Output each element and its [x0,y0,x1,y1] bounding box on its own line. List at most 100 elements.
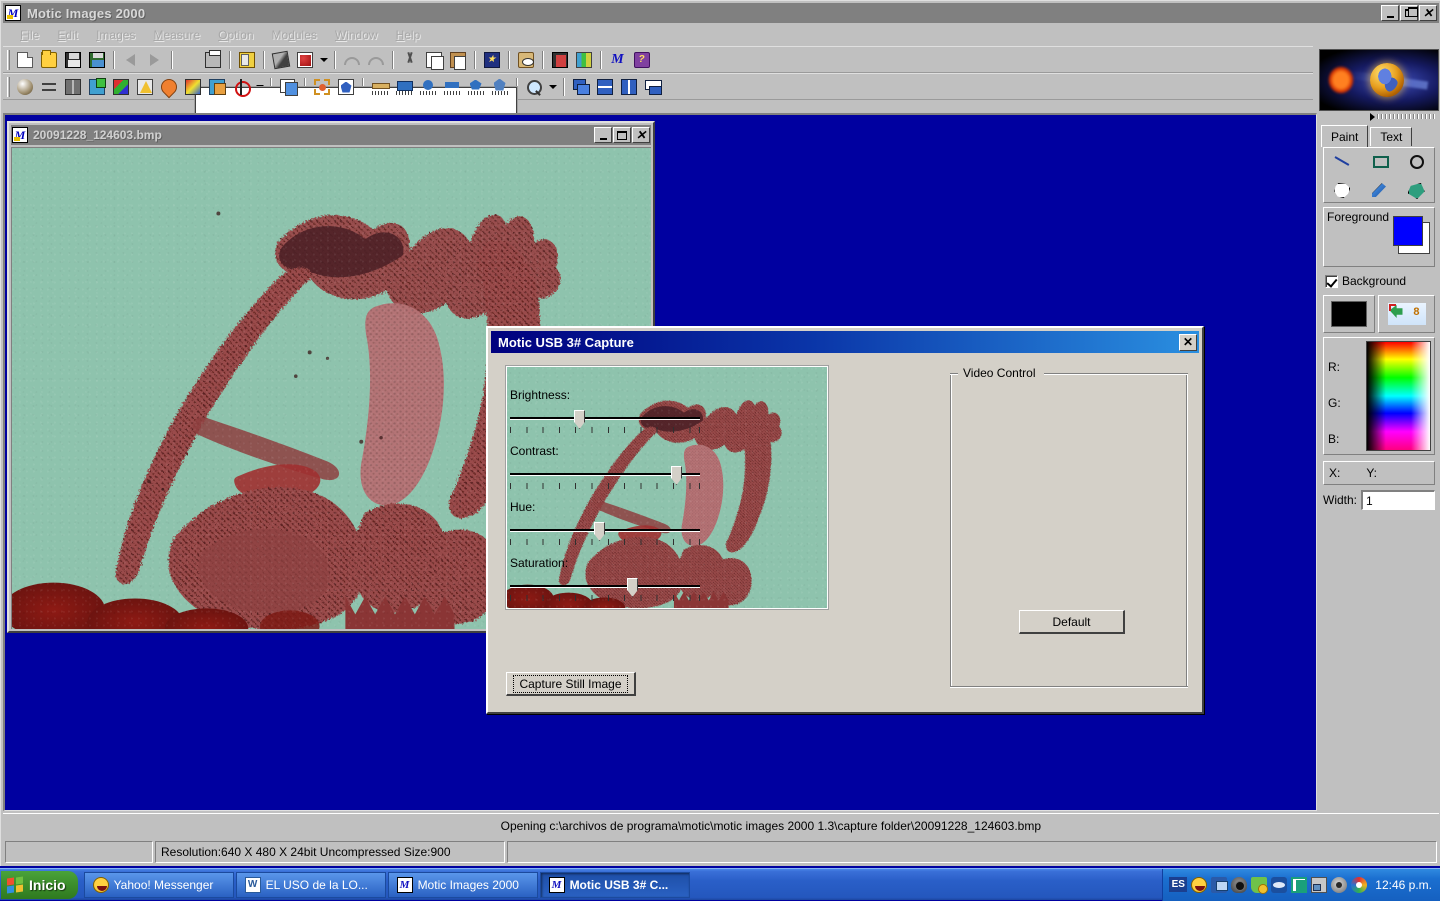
effects-dropdown-arrow[interactable] [317,49,330,71]
magnify-dropdown-arrow[interactable] [546,76,559,98]
menu-window[interactable]: Window [326,26,387,44]
toolbar-grip[interactable] [7,50,10,70]
foreground-color-swatch[interactable] [1393,216,1423,246]
measure-arrow-icon[interactable] [440,76,463,98]
help-book-icon[interactable] [630,49,653,71]
dock-resize-grip[interactable] [1319,112,1439,121]
histogram-icon[interactable] [133,76,156,98]
magnify-icon[interactable] [522,76,545,98]
tile-vertical-icon[interactable] [617,76,640,98]
menu-images[interactable]: Images [87,26,144,44]
webcam-tray-icon[interactable] [1231,877,1247,893]
disc-tray-icon[interactable] [1331,877,1347,893]
task-yahoo-messenger[interactable]: Yahoo! Messenger [84,872,234,898]
task-motic-images[interactable]: Motic Images 2000 [388,872,538,898]
background-checkbox[interactable] [1325,275,1338,288]
line-tool-icon[interactable] [1334,154,1352,170]
arrange-icons-icon[interactable] [641,76,664,98]
drop-icon[interactable] [157,76,180,98]
measure-length-icon[interactable] [368,76,391,98]
new-icon[interactable] [13,49,36,71]
swap-colors-button[interactable] [1378,295,1435,333]
preview-eye-icon[interactable] [514,49,537,71]
saturation-slider[interactable] [510,577,700,607]
rotate-icon[interactable] [85,76,108,98]
print-preview-icon[interactable] [177,49,200,71]
undo-icon[interactable] [340,49,363,71]
film-icon[interactable] [548,49,571,71]
measure-poly-icon[interactable] [464,76,487,98]
menu-file[interactable]: File [11,26,48,44]
gradient-icon[interactable] [181,76,204,98]
dialog-close-button[interactable]: ✕ [1179,334,1197,351]
restore-button[interactable] [1400,5,1418,21]
save-all-icon[interactable] [85,49,108,71]
image-maximize-button[interactable] [613,127,631,143]
menu-measure[interactable]: Measure [144,26,209,44]
hue-slider[interactable] [510,521,700,551]
layers-icon[interactable] [276,76,299,98]
contrast-slider[interactable] [510,465,700,495]
cascade-icon[interactable] [569,76,592,98]
image-export-icon[interactable] [205,76,228,98]
minimize-button[interactable] [1381,5,1399,21]
mirror-icon[interactable] [61,76,84,98]
rectangle-tool-icon[interactable] [1373,156,1389,168]
color-picker-gradient[interactable] [1366,341,1431,451]
tab-paint[interactable]: Paint [1321,125,1368,147]
effects-icon[interactable] [293,49,316,71]
start-button[interactable]: Inicio [1,871,78,899]
pencil-icon[interactable] [269,49,292,71]
eyedropper-tool-icon[interactable] [1370,182,1388,198]
task-word-document[interactable]: EL USO de la LO... [236,872,386,898]
ellipse-tool-icon[interactable] [1410,155,1424,169]
save-icon[interactable] [61,49,84,71]
freehand-tool-icon[interactable] [1333,182,1351,198]
width-input[interactable]: 1 [1361,490,1435,510]
swirl-tray-icon[interactable] [1351,877,1367,893]
enhance-icon[interactable] [480,49,503,71]
capture-still-image-button[interactable]: Capture Still Image [506,672,636,696]
mosaic-icon[interactable] [572,49,595,71]
cut-icon[interactable] [398,49,421,71]
tile-horizontal-icon[interactable] [593,76,616,98]
tab-text[interactable]: Text [1370,127,1412,146]
measure-line-icon[interactable] [392,76,415,98]
task-motic-usb-capture[interactable]: Motic USB 3# C... [540,872,690,898]
properties-icon[interactable] [235,49,258,71]
close-button[interactable]: ✕ [1419,5,1437,21]
default-button[interactable]: Default [1019,610,1125,634]
paste-icon[interactable] [446,49,469,71]
copy-icon[interactable] [422,49,445,71]
back-arrow-icon[interactable] [119,49,142,71]
magic-wand-icon[interactable] [334,76,357,98]
menu-help[interactable]: Help [387,26,430,44]
messenger-tray-icon[interactable] [1211,877,1227,893]
image-minimize-button[interactable] [594,127,612,143]
yahoo-messenger-tray-icon[interactable] [1191,877,1207,893]
measure-circle-icon[interactable] [416,76,439,98]
forward-arrow-icon[interactable] [143,49,166,71]
rgb-split-icon[interactable] [109,76,132,98]
redo-icon[interactable] [364,49,387,71]
security-shield-tray-icon[interactable] [1251,877,1267,893]
camera-view-tray-icon[interactable] [1271,877,1287,893]
network-tray-icon[interactable] [1311,877,1327,893]
open-icon[interactable] [37,49,60,71]
crop-icon[interactable] [310,76,333,98]
language-indicator[interactable]: ES [1169,877,1187,892]
menu-option[interactable]: Option [209,26,262,44]
image-close-button[interactable]: ✕ [632,127,650,143]
print-icon[interactable] [201,49,224,71]
motic-logo-icon[interactable]: M [606,49,629,71]
taskbar-clock[interactable]: 12:46 p.m. [1375,878,1432,892]
secondary-color-swatch[interactable] [1323,295,1375,333]
sphere-icon[interactable] [13,76,36,98]
fill-tool-icon[interactable] [1407,182,1425,198]
toolbar-grip[interactable] [7,77,10,97]
brightness-slider[interactable] [510,409,700,439]
menu-edit[interactable]: Edit [48,26,87,44]
cd-burner-tray-icon[interactable] [1291,877,1307,893]
levels-icon[interactable] [37,76,60,98]
menu-modules[interactable]: Modules [263,26,326,44]
